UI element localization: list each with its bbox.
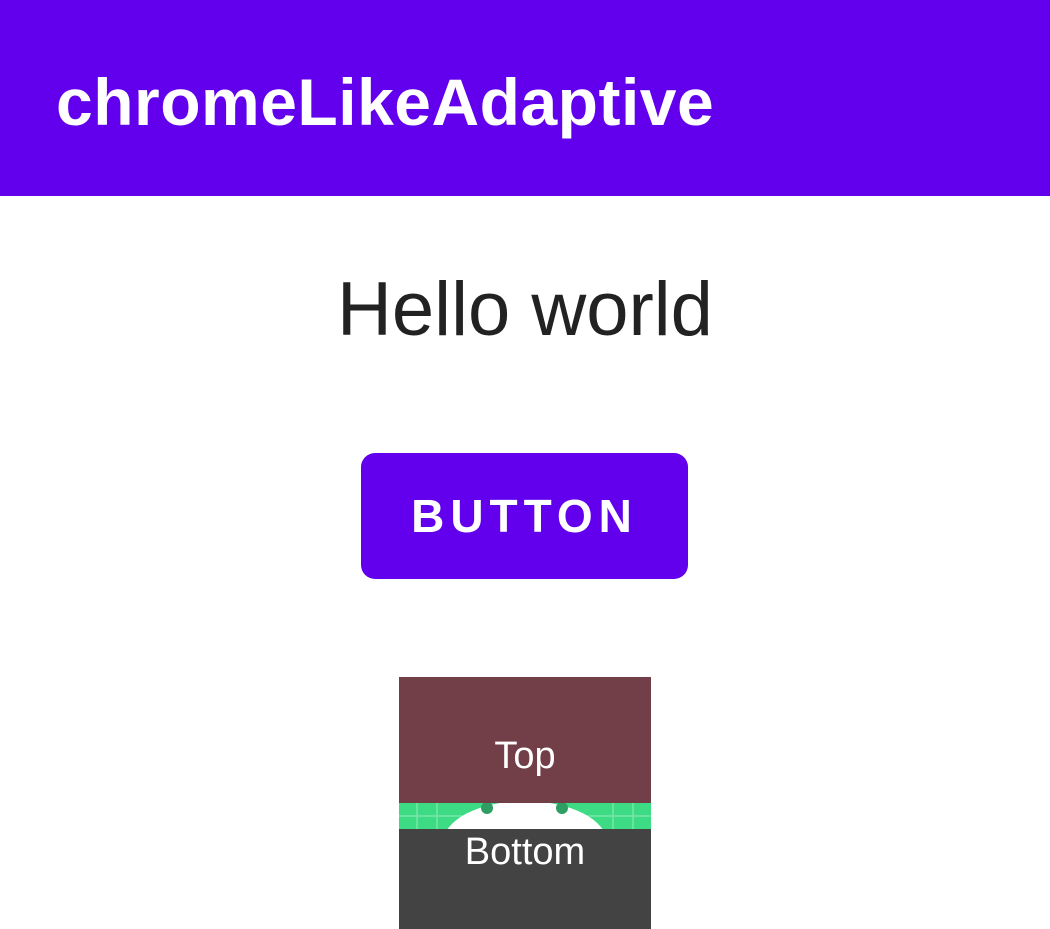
primary-button[interactable]: BUTTON: [361, 453, 688, 579]
main-content: Hello world BUTTON Top Bottom: [0, 196, 1050, 929]
bottom-pane: Bottom: [399, 829, 651, 929]
app-bar: chromeLikeAdaptive: [0, 0, 1050, 196]
android-robot-icon: [399, 803, 651, 829]
hello-text: Hello world: [337, 267, 713, 352]
top-label: Top: [494, 735, 556, 777]
app-title: chromeLikeAdaptive: [56, 65, 715, 139]
composite-view: Top Bottom: [399, 677, 651, 929]
top-pane: Top: [399, 677, 651, 803]
bottom-label: Bottom: [464, 831, 586, 873]
